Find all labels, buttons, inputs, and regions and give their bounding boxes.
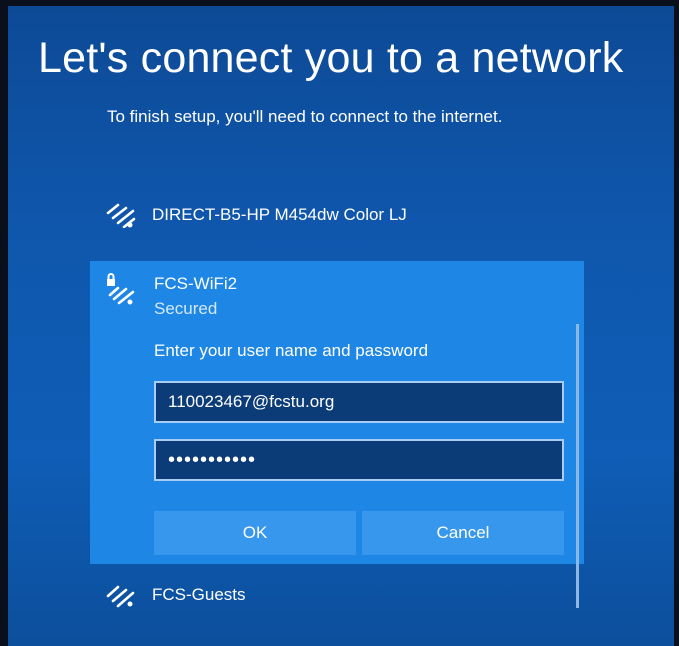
- oobe-network-screen: Let's connect you to a network To finish…: [8, 6, 674, 646]
- wifi-signal-icon: [106, 585, 135, 608]
- wifi-signal-icon: [106, 203, 136, 228]
- scrollbar[interactable]: [576, 324, 579, 608]
- cancel-button[interactable]: Cancel: [362, 511, 564, 555]
- network-status: Secured: [154, 299, 218, 318]
- network-name: DIRECT-B5-HP M454dw Color LJ: [152, 205, 407, 224]
- network-item-fcs-guests[interactable]: FCS-Guests: [104, 582, 246, 608]
- page-subtitle: To finish setup, you'll need to connect …: [107, 107, 503, 126]
- password-field[interactable]: [154, 439, 564, 481]
- network-item-direct-printer[interactable]: DIRECT-B5-HP M454dw Color LJ: [104, 202, 407, 228]
- network-name: FCS-WiFi2: [154, 274, 238, 293]
- username-field[interactable]: [154, 381, 564, 423]
- credentials-prompt: Enter your user name and password: [154, 341, 429, 360]
- wifi-secured-icon: [107, 273, 135, 305]
- page-title: Let's connect you to a network: [38, 34, 624, 82]
- network-name: FCS-Guests: [152, 585, 246, 604]
- network-item-fcs-wifi2[interactable]: FCS-WiFi2 Secured Enter your user name a…: [90, 261, 584, 564]
- ok-button[interactable]: OK: [154, 511, 356, 555]
